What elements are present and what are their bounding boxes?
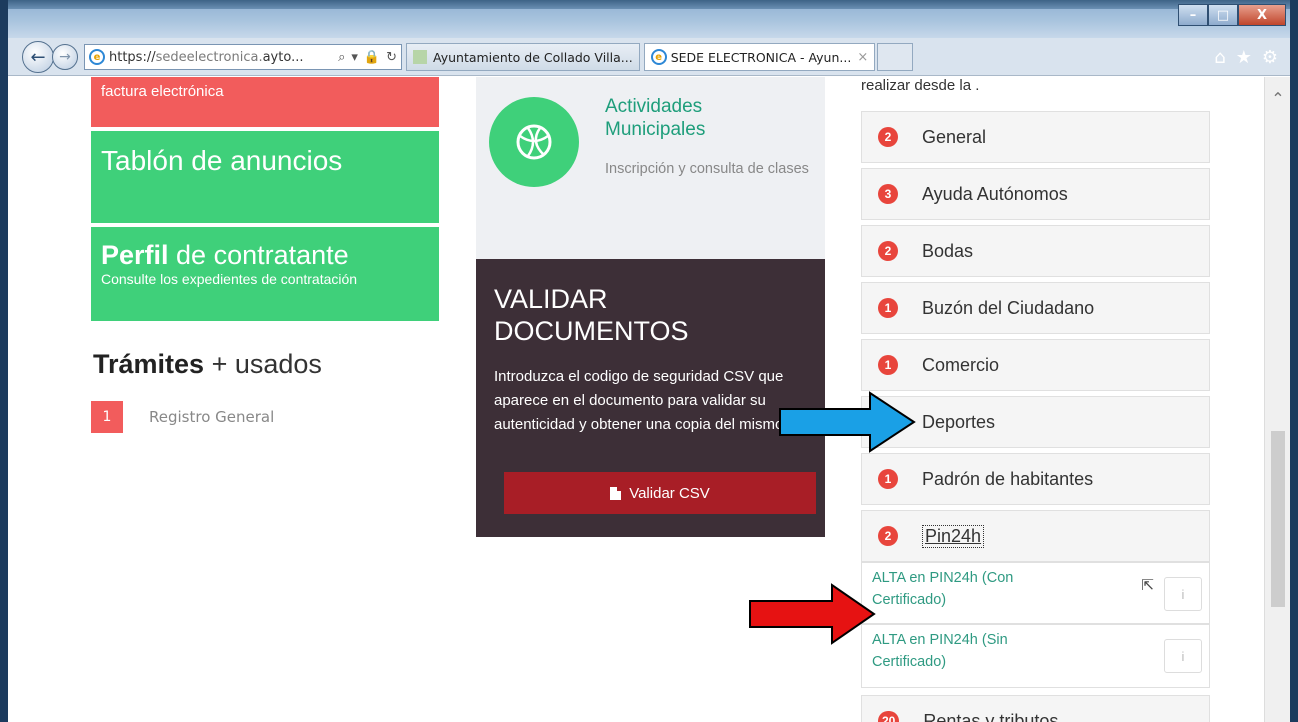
- info-icon: i: [1181, 586, 1185, 602]
- info-icon: i: [1181, 648, 1185, 664]
- lock-icon[interactable]: 🔒: [364, 50, 380, 65]
- tile-subtitle: Consulte los expedientes de contratación: [101, 271, 358, 287]
- window-frame-right: [1290, 0, 1298, 722]
- window-frame-left: [0, 0, 8, 722]
- actividades-description: Inscripción y consulta de clases: [605, 161, 809, 177]
- category-rentas-tributos[interactable]: 20 Rentas y tributos: [861, 695, 1210, 722]
- address-domain: sedeelectronica.: [155, 49, 263, 65]
- count-badge: 1: [878, 298, 898, 318]
- address-text[interactable]: https://sedeelectronica.ayto...: [109, 50, 303, 65]
- category-general[interactable]: 2 General: [861, 111, 1210, 163]
- refresh-icon[interactable]: ↻: [386, 50, 397, 65]
- search-icon[interactable]: ⌕: [338, 50, 345, 65]
- perfil-contratante-tile[interactable]: Perfil de contratante Consulte los exped…: [91, 227, 439, 321]
- info-button[interactable]: i: [1164, 639, 1202, 673]
- category-label: Ayuda Autónomos: [922, 183, 1068, 204]
- button-label: Validar CSV: [629, 484, 710, 502]
- category-comercio[interactable]: 1 Comercio: [861, 339, 1210, 391]
- category-label: Deportes: [922, 411, 996, 432]
- ie-icon: e: [650, 49, 667, 65]
- tramite-item-registro[interactable]: 1 Registro General: [91, 401, 274, 433]
- count-badge: 3: [878, 184, 898, 204]
- category-padron-habitantes[interactable]: 1 Padrón de habitantes: [861, 453, 1210, 505]
- validar-description: Introduzca el codigo de seguridad CSV qu…: [494, 368, 784, 433]
- factura-electronica-tile[interactable]: factura electrónica: [91, 77, 439, 127]
- info-button[interactable]: i: [1164, 577, 1202, 611]
- category-ayuda-autonomos[interactable]: 3 Ayuda Autónomos: [861, 168, 1210, 220]
- basketball-icon: [489, 97, 579, 187]
- browser-chrome: – □ X ← → e https://sedeelectronica.ayto…: [0, 0, 1298, 76]
- pin-item-con-certificado[interactable]: ALTA en PIN24h (Con Certificado) ⇱ i: [861, 562, 1210, 624]
- count-badge: 2: [878, 127, 898, 147]
- scroll-up-icon[interactable]: ⌃: [1265, 89, 1290, 108]
- address-prefix: https://: [109, 49, 156, 65]
- actividades-panel[interactable]: Actividades Municipales Inscripción y co…: [476, 77, 825, 259]
- pin-item-label[interactable]: ALTA en PIN24h (Con Certificado): [872, 567, 1052, 611]
- close-button[interactable]: X: [1238, 4, 1286, 26]
- tile-label: Tablón de anuncios: [101, 145, 343, 176]
- new-tab-button[interactable]: [877, 43, 914, 71]
- count-badge: 1: [878, 469, 898, 489]
- favorites-star-icon[interactable]: ★: [1236, 47, 1252, 68]
- category-label[interactable]: Pin24h: [922, 524, 985, 548]
- address-suffix: ayto...: [262, 49, 304, 65]
- title-bar-shade: [0, 0, 1298, 9]
- forward-arrow-icon: →: [59, 49, 71, 65]
- tab-sede-electronica[interactable]: e SEDE ELECTRONICA - Ayun... ×: [643, 43, 876, 71]
- navigation-row: ← → e https://sedeelectronica.ayto... ⌕ …: [8, 38, 1290, 76]
- vertical-scrollbar[interactable]: ⌃: [1264, 77, 1290, 722]
- site-favicon-icon: [413, 50, 427, 64]
- pin-item-sin-certificado[interactable]: ALTA en PIN24h (Sin Certificado) i: [861, 624, 1210, 688]
- dropdown-icon[interactable]: ▾: [351, 50, 358, 65]
- tablon-anuncios-tile[interactable]: Tablón de anuncios: [91, 131, 439, 223]
- tab-close-icon[interactable]: ×: [857, 50, 868, 65]
- tile-label: factura electrónica: [101, 83, 224, 100]
- document-icon: [610, 486, 622, 500]
- count-badge: 2: [878, 526, 898, 546]
- category-pin24h[interactable]: 2 Pin24h: [861, 510, 1210, 562]
- category-label: General: [922, 126, 987, 147]
- pin-item-label[interactable]: ALTA en PIN24h (Sin Certificado): [872, 629, 1052, 673]
- tab-ayuntamiento[interactable]: Ayuntamiento de Collado Villa...: [406, 43, 640, 71]
- validar-csv-button[interactable]: Validar CSV: [504, 472, 816, 514]
- category-label: Rentas y tributos: [923, 710, 1059, 722]
- tramite-number: 1: [91, 401, 123, 433]
- settings-gear-icon[interactable]: ⚙: [1262, 47, 1278, 68]
- category-buzon-ciudadano[interactable]: 1 Buzón del Ciudadano: [861, 282, 1210, 334]
- tramites-heading: Trámites + usados: [93, 349, 322, 379]
- category-label: Buzón del Ciudadano: [922, 297, 1095, 318]
- home-icon[interactable]: ⌂: [1214, 47, 1225, 68]
- maximize-button[interactable]: □: [1208, 4, 1238, 26]
- page-content: factura electrónica Tablón de anuncios P…: [8, 77, 1290, 722]
- validar-title: VALIDAR DOCUMENTOS: [494, 284, 689, 346]
- blue-annotation-arrow: [779, 391, 916, 453]
- minimize-button[interactable]: –: [1178, 4, 1208, 26]
- browser-tools: ⌂ ★ ⚙: [1214, 47, 1290, 68]
- address-bar[interactable]: e https://sedeelectronica.ayto... ⌕ ▾ 🔒 …: [84, 44, 402, 70]
- scroll-thumb[interactable]: [1271, 431, 1285, 607]
- count-badge: 2: [878, 241, 898, 261]
- forward-button[interactable]: →: [52, 44, 78, 70]
- back-button[interactable]: ←: [22, 41, 54, 73]
- window-buttons: – □ X: [1178, 4, 1286, 26]
- intro-text: realizar desde la .: [861, 77, 980, 94]
- back-arrow-icon: ←: [30, 46, 46, 68]
- validar-documentos-panel: VALIDAR DOCUMENTOS Introduzca el codigo …: [476, 259, 825, 537]
- count-badge: 1: [878, 355, 898, 375]
- red-annotation-arrow: [749, 583, 876, 645]
- category-bodas[interactable]: 2 Bodas: [861, 225, 1210, 277]
- tab-label: SEDE ELECTRONICA - Ayun...: [670, 49, 852, 65]
- actividades-title[interactable]: Actividades Municipales: [605, 95, 705, 141]
- tile-title: Perfil de contratante: [101, 240, 349, 270]
- address-icons: ⌕ ▾ 🔒 ↻: [338, 50, 397, 65]
- count-badge: 20: [878, 711, 900, 722]
- ie-icon: e: [89, 49, 105, 65]
- external-link-icon[interactable]: ⇱: [1141, 576, 1154, 594]
- category-label: Bodas: [922, 240, 974, 261]
- category-label: Comercio: [922, 354, 1000, 375]
- category-label: Padrón de habitantes: [922, 468, 1094, 489]
- tab-label: Ayuntamiento de Collado Villa...: [433, 49, 633, 65]
- tramite-label: Registro General: [149, 408, 275, 426]
